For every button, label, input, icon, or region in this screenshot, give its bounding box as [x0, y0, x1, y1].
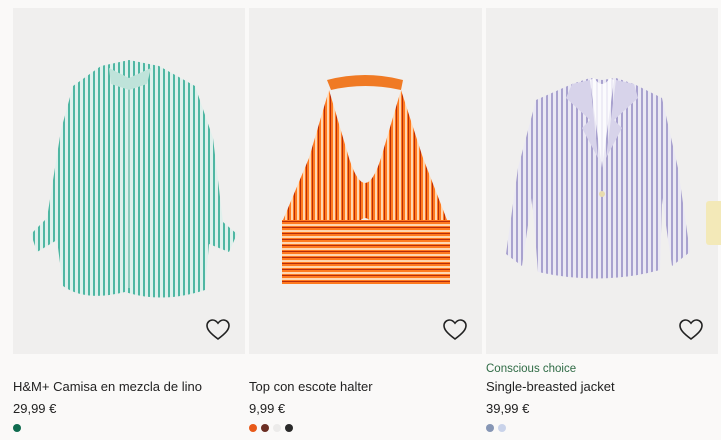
striped-halter-top-icon: [282, 75, 450, 284]
color-swatch[interactable]: [486, 424, 494, 432]
color-swatch[interactable]: [498, 424, 506, 432]
color-swatch[interactable]: [13, 424, 21, 432]
color-swatches: [249, 424, 293, 432]
product-image[interactable]: [13, 8, 245, 354]
product-price: 39,99 €: [486, 401, 530, 416]
favorite-heart-icon[interactable]: [442, 318, 468, 342]
striped-linen-shirt-icon: [31, 60, 237, 298]
color-swatches: [13, 424, 21, 432]
color-swatch[interactable]: [273, 424, 281, 432]
partial-next-card-indicator: [706, 201, 721, 245]
color-swatch[interactable]: [249, 424, 257, 432]
product-image[interactable]: [249, 8, 482, 354]
product-title[interactable]: H&M+ Camisa en mezcla de lino: [13, 379, 202, 394]
favorite-heart-icon[interactable]: [678, 318, 704, 342]
color-swatches: [486, 424, 506, 432]
favorite-heart-icon[interactable]: [205, 318, 231, 342]
striped-blazer-icon: [506, 78, 690, 279]
product-image[interactable]: [486, 8, 718, 354]
product-title[interactable]: Single-breasted jacket: [486, 379, 615, 394]
product-price: 29,99 €: [13, 401, 57, 416]
product-title[interactable]: Top con escote halter: [249, 379, 373, 394]
color-swatch[interactable]: [261, 424, 269, 432]
product-price: 9,99 €: [249, 401, 286, 416]
color-swatch[interactable]: [285, 424, 293, 432]
conscious-choice-tag: Conscious choice: [486, 363, 577, 375]
